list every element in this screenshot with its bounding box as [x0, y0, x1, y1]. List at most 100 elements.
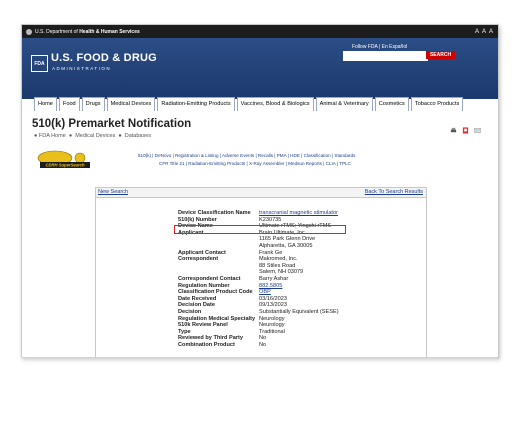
detail-value: Salem, NH 03079: [259, 269, 304, 276]
detail-label: [178, 236, 259, 243]
detail-row: Type Traditional: [178, 329, 339, 336]
detail-value: Alpharetta, GA 30005: [259, 242, 313, 249]
reflection: Combination ProductNoReviewed by Third P…: [21, 357, 497, 448]
detail-label: [178, 269, 259, 276]
nav-tab-medical-devices[interactable]: Medical Devices: [106, 97, 156, 111]
device-name-highlight: [174, 225, 346, 234]
detail-value: No: [259, 335, 267, 342]
detail-label: Date Received: [178, 295, 217, 302]
detail-value: Substantially Equivalent (SESE): [259, 308, 339, 315]
fda-subtitle: ADMINISTRATION: [52, 66, 112, 71]
detail-value: Makromed, Inc.: [259, 256, 298, 263]
back-to-results-link[interactable]: Back To Search Results: [365, 189, 423, 195]
search-input[interactable]: [343, 51, 428, 61]
pdf-icon[interactable]: [462, 127, 469, 134]
detail-label: Regulation Medical Specialty: [178, 315, 256, 322]
hhs-dept-link[interactable]: Health & Human Services: [79, 29, 140, 35]
detail-value: Neurology: [259, 315, 285, 322]
nav-tab-cosmetics[interactable]: Cosmetics: [374, 97, 409, 111]
result-panel: New Search Back To Search Results Device…: [95, 187, 427, 357]
detail-row: Salem, NH 03079: [178, 269, 339, 276]
page-tools: [450, 127, 481, 134]
browser-screenshot-frame: U.S. Department of Health & Human Servic…: [21, 24, 499, 358]
detail-row: Classification Product Code OBP: [178, 289, 339, 296]
hhs-prefix: U.S. Department of: [35, 28, 78, 35]
nav-tab-drugs[interactable]: Drugs: [81, 97, 105, 111]
nav-tab-vaccines-blood-biologics[interactable]: Vaccines, Blood & Biologics: [236, 97, 314, 111]
detail-value: No: [259, 341, 267, 348]
nav-tab-food[interactable]: Food: [58, 97, 80, 111]
hhs-eagle-icon: [26, 28, 32, 35]
search-button[interactable]: SEARCH: [426, 51, 455, 59]
detail-label: Type: [178, 328, 191, 335]
nav-tab-radiation-emitting-products[interactable]: Radiation-Emitting Products: [157, 97, 235, 111]
cdrh-supersearch-logo[interactable]: CDRH SuperSearch: [37, 149, 93, 170]
detail-value: K230735: [259, 216, 282, 223]
fda-name[interactable]: U.S. FOOD & DRUG: [51, 52, 157, 64]
detail-label: Applicant Contact: [178, 249, 226, 256]
cdrh-logo-text: CDRH SuperSearch: [45, 163, 85, 168]
nav-tab-animal-veterinary[interactable]: Animal & Veterinary: [315, 97, 373, 111]
detail-row: Date Received 03/16/2023: [178, 296, 339, 303]
detail-label: Decision Date: [178, 302, 215, 309]
detail-value: Neurology: [259, 322, 285, 329]
detail-label: Regulation Number: [178, 282, 230, 289]
email-icon[interactable]: [474, 127, 481, 134]
detail-row: Regulation Medical Specialty Neurology: [178, 316, 339, 323]
detail-row: 510k Review Panel Neurology: [178, 322, 339, 329]
detail-label: Correspondent Contact: [178, 275, 241, 282]
hhs-bar: U.S. Department of Health & Human Servic…: [22, 25, 498, 38]
text-size-controls[interactable]: A A A: [475, 29, 494, 35]
detail-label: Classification Product Code: [178, 289, 253, 296]
detail-value: Traditional: [259, 328, 285, 335]
detail-label: Reviewed by Third Party: [178, 335, 243, 342]
fda-logo[interactable]: FDA: [31, 55, 48, 72]
detail-row: Applicant Contact Frank Ge: [178, 250, 339, 257]
detail-value[interactable]: transcranial magnetic stimulator: [259, 210, 338, 217]
detail-label: 510(k) Number: [178, 216, 217, 223]
detail-row: Combination Product No: [178, 342, 339, 349]
detail-row: 510(k) Number K230735: [178, 217, 339, 224]
detail-label: Combination Product: [178, 341, 235, 348]
detail-label: 510k Review Panel: [178, 322, 228, 329]
reflection-fade: [21, 357, 497, 448]
breadcrumb-separator-icon: ●: [67, 133, 74, 139]
breadcrumb-separator-icon: ●: [116, 133, 124, 139]
breadcrumb-item-databases[interactable]: Databases: [125, 133, 151, 139]
detail-row: Reviewed by Third Party No: [178, 335, 339, 342]
breadcrumb: ● FDA Home ● Medical Devices ● Databases: [34, 133, 151, 139]
database-links-row-2[interactable]: CFR Title 21 | Radiation-Emitting Produc…: [159, 161, 351, 166]
detail-value: 1165 Park Glenn Drive: [259, 236, 316, 243]
detail-label: Device Classification Name: [178, 210, 251, 216]
detail-row: 1165 Park Glenn Drive: [178, 236, 339, 243]
fda-header: FDA U.S. FOOD & DRUG ADMINISTRATION Foll…: [22, 38, 498, 94]
main-nav: Home Food Drugs Medical Devices Radiation-Em…: [34, 97, 464, 111]
database-links-row-1[interactable]: 510(k) | DeNovo | Registration & Listing…: [138, 153, 355, 158]
page-title: 510(k) Premarket Notification: [32, 118, 192, 130]
detail-value[interactable]: OBP: [259, 289, 271, 296]
nav-tab-tobacco-products[interactable]: Tobacco Products: [410, 97, 464, 111]
detail-value: 09/13/2023: [259, 302, 287, 309]
detail-label: Decision: [178, 308, 202, 315]
print-icon[interactable]: [450, 127, 457, 134]
detail-value: 88 Stiles Road: [259, 262, 296, 269]
detail-row: Decision Substantially Equivalent (SESE): [178, 309, 339, 316]
detail-row: Alpharetta, GA 30005: [178, 243, 339, 250]
detail-row: Device Classification Name transcranial m…: [178, 210, 339, 217]
new-search-link[interactable]: New Search: [98, 189, 128, 195]
detail-row: Correspondent Contact Barry Ashar: [178, 276, 339, 283]
nav-tab-home[interactable]: Home: [34, 97, 57, 111]
breadcrumb-item-medical-devices[interactable]: Medical Devices: [75, 133, 115, 139]
detail-row: 88 Stiles Road: [178, 263, 339, 270]
detail-value: Barry Ashar: [259, 275, 289, 282]
breadcrumb-home-icon: ●: [34, 133, 38, 139]
detail-label: Correspondent: [178, 256, 219, 263]
top-links[interactable]: Follow FDA | En Español: [352, 44, 407, 50]
detail-label: [178, 243, 259, 250]
detail-value: 03/16/2023: [259, 295, 287, 302]
detail-row: Regulation Number 882.5805: [178, 283, 339, 290]
breadcrumb-item-fda-home[interactable]: FDA Home: [39, 133, 66, 139]
detail-value[interactable]: 882.5805: [259, 283, 282, 290]
detail-row: Decision Date 09/13/2023: [178, 302, 339, 309]
detail-value: Frank Ge: [259, 249, 283, 256]
